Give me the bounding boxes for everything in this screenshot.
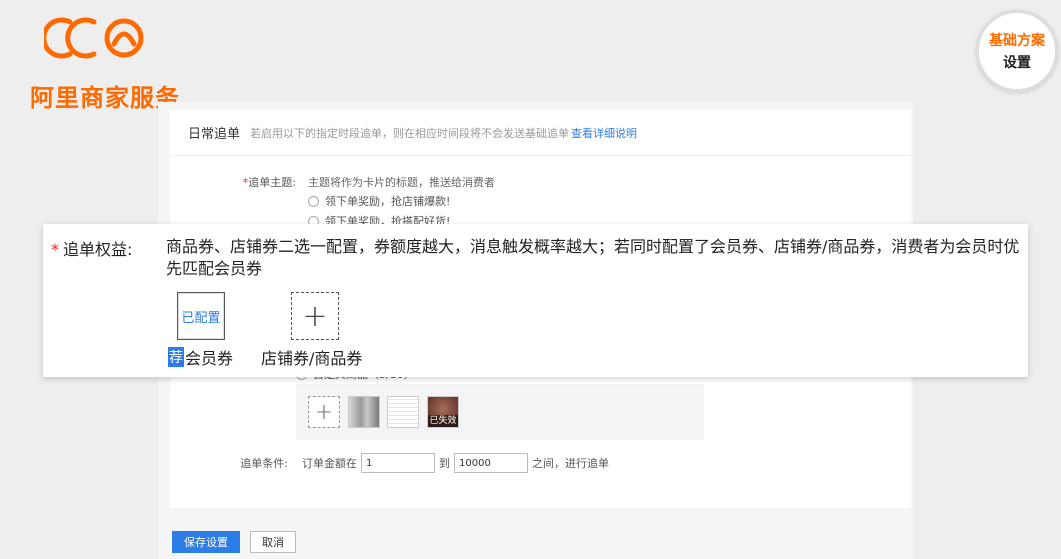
benefit-label: * 追单权益:: [51, 240, 133, 259]
topic-label: *追单主题:: [242, 176, 296, 189]
badge-title: 基础方案: [989, 33, 1045, 49]
radio-icon[interactable]: [308, 195, 319, 207]
brand-logo: 阿里商家服务: [30, 14, 179, 112]
plus-icon: +: [302, 298, 328, 334]
configured-text: 已配置: [181, 310, 221, 326]
card-description: 若启用以下的指定时段追单，则在相应时间段将不会发送基础追单: [250, 126, 570, 140]
condition-label: 追单条件:: [240, 457, 288, 470]
max-amount-input[interactable]: [454, 453, 528, 473]
condition-to: 到: [439, 457, 450, 470]
add-product-button[interactable]: +: [308, 396, 340, 428]
badge-subtitle: 设置: [1003, 55, 1031, 71]
benefit-description: 商品券、店铺券二选一配置，券额度越大，消息触发概率越大；若同时配置了会员券、店铺…: [166, 237, 1020, 278]
topic-option-label: 领下单奖励，抢店铺爆款!: [325, 195, 451, 208]
plus-icon: +: [314, 399, 334, 425]
benefit-callout: * 追单权益: 商品券、店铺券二选一配置，券额度越大，消息触发概率越大；若同时配置…: [43, 224, 1028, 377]
section-badge: 基础方案 设置: [976, 10, 1058, 92]
product-images: + 已失效: [296, 384, 704, 440]
card-title: 日常追单: [188, 127, 241, 142]
min-amount-input[interactable]: [361, 453, 435, 473]
logo-text: 阿里商家服务: [30, 84, 180, 112]
cancel-button[interactable]: 取消: [250, 531, 296, 553]
condition-prefix: 订单金额在: [302, 457, 357, 470]
topic-hint: 主题将作为卡片的标题，推送给消费者: [308, 176, 495, 189]
member-coupon-caption: 荐 会员券: [168, 345, 233, 369]
condition-suffix: 之间，进行追单: [532, 457, 609, 470]
condition-row: 追单条件: 订单金额在 到 之间，进行追单: [230, 453, 609, 473]
product-thumbnail[interactable]: 已失效: [427, 396, 459, 428]
store-coupon-add-button[interactable]: +: [291, 292, 339, 340]
recommended-tag: 荐: [168, 347, 184, 367]
member-coupon-label: 会员券: [185, 349, 234, 368]
expired-label: 已失效: [428, 415, 458, 427]
product-thumbnail[interactable]: [387, 396, 419, 428]
logo-mark-icon: [44, 17, 144, 59]
member-coupon-option[interactable]: 已配置: [177, 292, 225, 340]
product-thumbnail[interactable]: [348, 396, 380, 428]
store-coupon-caption: 店铺券/商品券: [261, 349, 363, 368]
details-link[interactable]: 查看详细说明: [571, 125, 637, 141]
required-mark: *: [51, 240, 59, 259]
save-button[interactable]: 保存设置: [172, 531, 240, 553]
topic-option[interactable]: 领下单奖励，抢店铺爆款!: [308, 193, 450, 209]
card-header: 日常追单 若启用以下的指定时段追单，则在相应时间段将不会发送基础追单 查看详细说…: [170, 110, 911, 156]
